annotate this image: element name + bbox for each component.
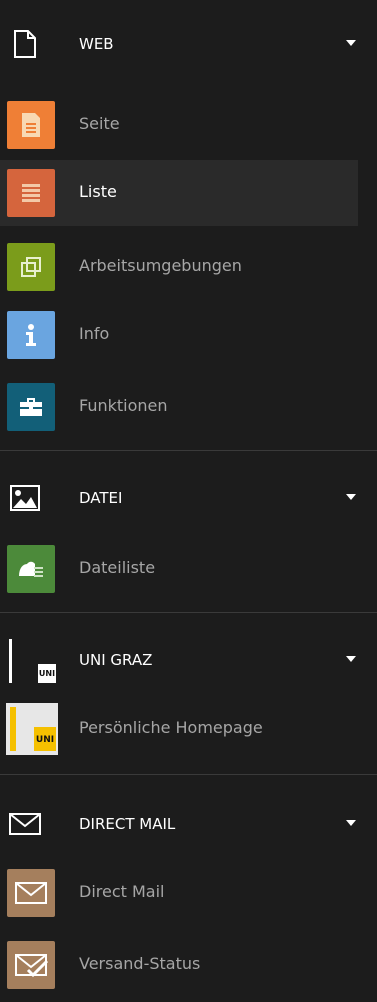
- menu-item-arbeitsumgebungen[interactable]: Arbeitsumgebungen: [0, 234, 358, 300]
- group-direct-mail: DIRECT MAIL: [0, 798, 377, 850]
- menu-item-liste[interactable]: Liste: [0, 160, 358, 226]
- menu-item-label: Liste: [79, 182, 117, 201]
- divider: [0, 450, 377, 451]
- group-datei: DATEI: [0, 472, 377, 524]
- group-title: DIRECT MAIL: [79, 815, 176, 833]
- file-list-icon: [7, 545, 55, 593]
- menu-item-versand-status[interactable]: Versand-Status: [0, 932, 358, 998]
- list-icon: [7, 169, 55, 217]
- group-title: DATEI: [79, 489, 123, 507]
- page-icon: [9, 28, 41, 60]
- menu-item-persoenliche-homepage[interactable]: UNI Persönliche Homepage: [0, 696, 358, 762]
- menu-item-label: Versand-Status: [79, 954, 201, 973]
- group-uni-graz: UNI UNI GRAZ: [0, 634, 377, 686]
- page-document-icon: [7, 101, 55, 149]
- menu-item-label: Seite: [79, 114, 120, 133]
- envelope-icon: [7, 869, 55, 917]
- svg-text:UNI: UNI: [36, 735, 54, 745]
- menu-item-dateiliste[interactable]: Dateiliste: [0, 536, 358, 602]
- menu-item-label: Persönliche Homepage: [79, 718, 263, 737]
- menu-item-info[interactable]: Info: [0, 302, 358, 368]
- menu-item-label: Arbeitsumgebungen: [79, 256, 242, 275]
- group-title: WEB: [79, 35, 114, 53]
- module-menu: WEB Seite Liste Arbeitsumgebungen Info F…: [0, 0, 377, 1002]
- menu-item-label: Direct Mail: [79, 882, 165, 901]
- menu-item-label: Dateiliste: [79, 558, 156, 577]
- envelope-icon: [9, 808, 41, 840]
- toolbox-icon: [7, 383, 55, 431]
- image-icon: [9, 482, 41, 514]
- svg-text:UNI: UNI: [39, 669, 55, 678]
- group-header-datei[interactable]: DATEI: [0, 472, 377, 524]
- chevron-down-icon[interactable]: [346, 656, 356, 662]
- menu-item-direct-mail[interactable]: Direct Mail: [0, 860, 358, 926]
- group-header-direct-mail[interactable]: DIRECT MAIL: [0, 798, 377, 850]
- chevron-down-icon[interactable]: [346, 494, 356, 500]
- workspaces-icon: [7, 243, 55, 291]
- menu-item-funktionen[interactable]: Funktionen: [0, 374, 358, 440]
- group-header-web[interactable]: WEB: [0, 18, 377, 70]
- envelope-check-icon: [7, 941, 55, 989]
- uni-graz-logo-icon: UNI: [8, 639, 56, 683]
- menu-item-seite[interactable]: Seite: [0, 92, 358, 158]
- divider: [0, 774, 377, 775]
- chevron-down-icon[interactable]: [346, 40, 356, 46]
- menu-item-label: Funktionen: [79, 396, 168, 415]
- menu-item-label: Info: [79, 324, 110, 343]
- group-title: UNI GRAZ: [79, 651, 153, 669]
- info-icon: [7, 311, 55, 359]
- group-header-uni-graz[interactable]: UNI UNI GRAZ: [0, 634, 377, 686]
- chevron-down-icon[interactable]: [346, 820, 356, 826]
- uni-graz-homepage-icon: UNI: [6, 703, 58, 755]
- group-web: WEB: [0, 18, 377, 70]
- divider: [0, 612, 377, 613]
